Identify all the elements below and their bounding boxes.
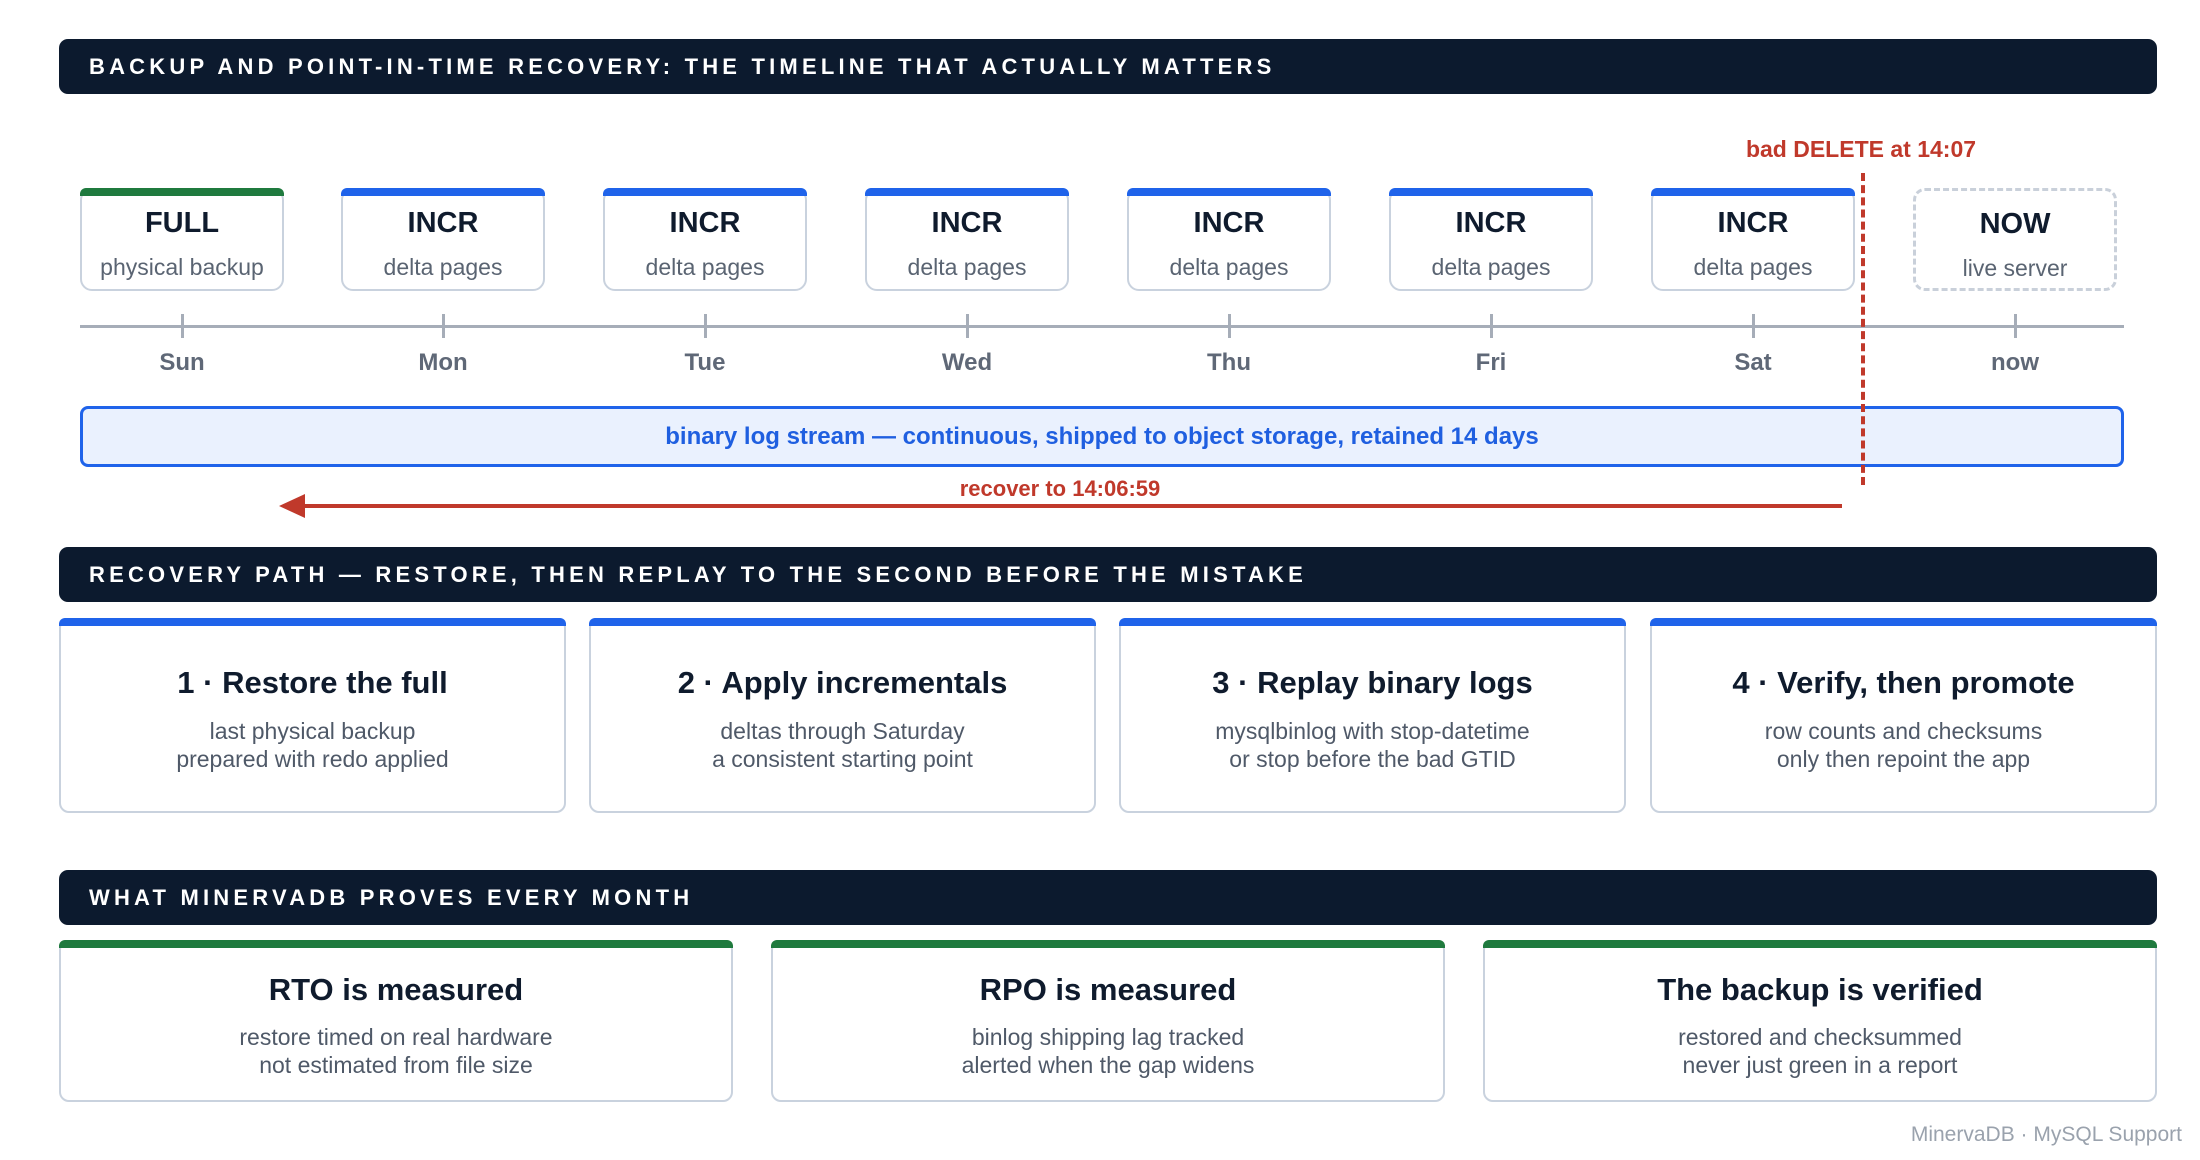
step-title: 2 · Apply incrementals: [677, 665, 1008, 700]
timeline-axis: [80, 325, 2124, 328]
proof-card: RTO is measured restore timed on real ha…: [59, 940, 733, 1102]
section-banner-timeline: BACKUP AND POINT-IN-TIME RECOVERY: THE T…: [59, 39, 2157, 94]
accent-bar: [1651, 188, 1855, 196]
footer-credit: MinervaDB · MySQL Support: [1910, 1123, 2182, 1146]
proof-card: The backup is verified restored and chec…: [1483, 940, 2157, 1102]
accent-bar: [1127, 188, 1331, 196]
timeline-box-incr-mon: INCR delta pages: [341, 188, 545, 291]
accent-bar: [603, 188, 807, 196]
axis-tick: [442, 314, 445, 338]
box-subtitle: delta pages: [1169, 254, 1289, 280]
axis-tick: [2014, 314, 2017, 338]
proof-line-1: binlog shipping lag tracked: [971, 1024, 1245, 1050]
proof-line-1: restored and checksummed: [1678, 1024, 1962, 1050]
day-label: Tue: [684, 349, 726, 376]
box-title: INCR: [931, 207, 1003, 239]
proof-line-2: never just green in a report: [1682, 1052, 1958, 1078]
recover-to-label: recover to 14:06:59: [959, 476, 1161, 501]
step-line-1: deltas through Saturday: [720, 718, 965, 744]
box-subtitle: delta pages: [645, 254, 765, 280]
bad-delete-marker-line: [1861, 173, 1865, 485]
day-label: Sun: [159, 349, 205, 376]
timeline-box-incr-wed: INCR delta pages: [865, 188, 1069, 291]
box-title: INCR: [407, 207, 479, 239]
day-label: Wed: [941, 349, 993, 376]
recovery-step-card: 3 · Replay binary logs mysqlbinlog with …: [1119, 618, 1626, 813]
box-title: FULL: [144, 207, 220, 239]
box-subtitle: delta pages: [1693, 254, 1813, 280]
timeline-box-incr-sat: INCR delta pages: [1651, 188, 1855, 291]
axis-tick: [1228, 314, 1231, 338]
step-line-1: last physical backup: [209, 718, 416, 744]
accent-bar: [1483, 940, 2157, 948]
recovery-step-card: 4 · Verify, then promote row counts and …: [1650, 618, 2157, 813]
box-title: NOW: [1979, 208, 2051, 240]
recover-arrow-line: [300, 504, 1842, 508]
accent-bar: [771, 940, 1445, 948]
box-subtitle: delta pages: [907, 254, 1027, 280]
timeline-box-now: NOW live server: [1913, 188, 2117, 291]
box-subtitle: delta pages: [383, 254, 503, 280]
proof-card: RPO is measured binlog shipping lag trac…: [771, 940, 1445, 1102]
accent-bar: [59, 940, 733, 948]
axis-tick: [181, 314, 184, 338]
accent-bar: [1389, 188, 1593, 196]
recover-arrow-head-icon: [279, 494, 305, 518]
day-label: Fri: [1475, 349, 1507, 376]
accent-bar: [341, 188, 545, 196]
proof-title: RPO is measured: [979, 972, 1237, 1007]
timeline-box-incr-tue: INCR delta pages: [603, 188, 807, 291]
box-title: INCR: [1193, 207, 1265, 239]
section-banner-recovery-path: RECOVERY PATH — RESTORE, THEN REPLAY TO …: [59, 547, 2157, 602]
step-line-2: prepared with redo applied: [176, 746, 449, 772]
day-label: now: [1991, 349, 2039, 376]
box-title: INCR: [669, 207, 741, 239]
day-label: Sat: [1734, 349, 1772, 376]
step-title: 1 · Restore the full: [177, 665, 448, 700]
accent-bar: [1119, 618, 1626, 626]
proof-line-2: not estimated from file size: [259, 1052, 533, 1078]
axis-tick: [1490, 314, 1493, 338]
box-subtitle: live server: [1962, 255, 2068, 281]
box-title: INCR: [1717, 207, 1789, 239]
proof-title: RTO is measured: [268, 972, 524, 1007]
step-line-2: a consistent starting point: [712, 746, 973, 772]
axis-tick: [966, 314, 969, 338]
recovery-step-card: 1 · Restore the full last physical backu…: [59, 618, 566, 813]
axis-tick: [1752, 314, 1755, 338]
axis-tick: [704, 314, 707, 338]
step-line-2: only then repoint the app: [1776, 746, 2031, 772]
bad-delete-label: bad DELETE at 14:07: [1745, 136, 1977, 162]
accent-bar: [589, 618, 1096, 626]
timeline-box-full: FULL physical backup: [80, 188, 284, 291]
step-line-1: mysqlbinlog with stop-datetime: [1215, 718, 1530, 744]
step-line-2: or stop before the bad GTID: [1229, 746, 1516, 772]
section-banner-proofs: WHAT MINERVADB PROVES EVERY MONTH: [59, 870, 2157, 925]
accent-bar: [80, 188, 284, 196]
proof-title: The backup is verified: [1657, 972, 1983, 1007]
box-subtitle: delta pages: [1431, 254, 1551, 280]
step-line-1: row counts and checksums: [1764, 718, 2043, 744]
binlog-stream-bar: binary log stream — continuous, shipped …: [80, 406, 2124, 467]
box-title: INCR: [1455, 207, 1527, 239]
accent-bar: [59, 618, 566, 626]
step-title: 4 · Verify, then promote: [1732, 665, 2075, 700]
proof-line-2: alerted when the gap widens: [961, 1052, 1255, 1078]
accent-bar: [1650, 618, 2157, 626]
step-title: 3 · Replay binary logs: [1212, 665, 1533, 700]
day-label: Thu: [1207, 349, 1251, 376]
box-subtitle: physical backup: [100, 254, 264, 280]
timeline-box-incr-thu: INCR delta pages: [1127, 188, 1331, 291]
accent-bar: [865, 188, 1069, 196]
proof-line-1: restore timed on real hardware: [239, 1024, 553, 1050]
day-label: Mon: [418, 349, 468, 376]
recovery-step-card: 2 · Apply incrementals deltas through Sa…: [589, 618, 1096, 813]
timeline-box-incr-fri: INCR delta pages: [1389, 188, 1593, 291]
